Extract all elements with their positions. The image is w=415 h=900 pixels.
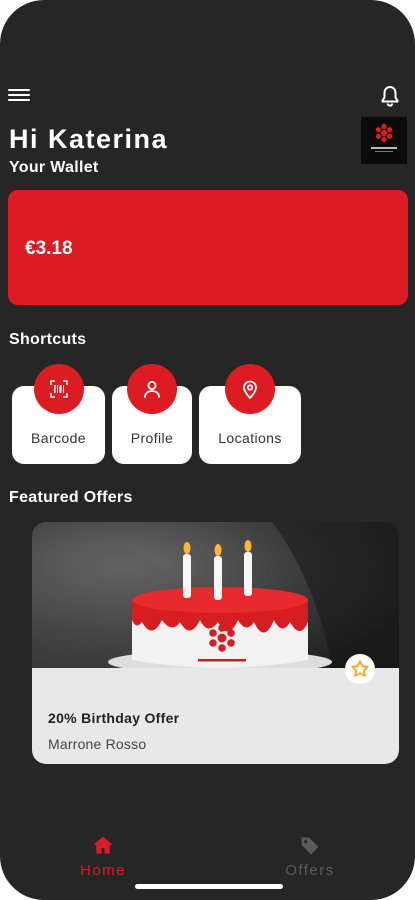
wallet-balance: €3.18 <box>25 238 73 259</box>
location-pin-icon <box>225 364 275 414</box>
hamburger-menu-icon[interactable] <box>8 86 30 104</box>
bell-icon[interactable] <box>378 84 402 108</box>
person-icon <box>127 364 177 414</box>
star-icon <box>351 660 369 677</box>
offer-title: 20% Birthday Offer <box>48 710 180 726</box>
brand-logo <box>361 117 407 164</box>
nav-home-label: Home <box>79 862 126 879</box>
favorite-star-button[interactable] <box>345 654 375 684</box>
shortcut-label: Barcode <box>31 430 86 446</box>
shortcut-profile[interactable]: Profile <box>112 364 192 464</box>
app-screen: Hi Katerina Your Wallet €3.18 Shortcuts <box>0 0 415 900</box>
shortcut-barcode[interactable]: Barcode <box>12 364 105 464</box>
offer-card[interactable]: 20% Birthday Offer Marrone Rosso <box>32 522 399 764</box>
shortcut-label: Locations <box>218 430 282 446</box>
home-indicator <box>135 884 283 889</box>
greeting-title: Hi Katerina <box>9 124 169 154</box>
birthday-cake-image <box>32 522 399 668</box>
tag-icon <box>301 837 319 855</box>
nav-home[interactable]: Home <box>58 835 148 879</box>
wallet-label: Your Wallet <box>9 159 99 176</box>
offer-info-panel: 20% Birthday Offer Marrone Rosso <box>32 668 399 764</box>
nav-offers-label: Offers <box>285 862 335 879</box>
home-icon <box>93 836 113 854</box>
wallet-card[interactable]: €3.18 <box>8 190 408 305</box>
offer-merchant: Marrone Rosso <box>48 736 147 752</box>
barcode-scan-icon <box>33 364 84 414</box>
shortcuts-title: Shortcuts <box>9 331 87 348</box>
nav-offers[interactable]: Offers <box>265 835 355 879</box>
featured-offers-title: Featured Offers <box>9 489 133 506</box>
shortcut-locations[interactable]: Locations <box>199 364 301 464</box>
shortcut-label: Profile <box>130 430 174 446</box>
